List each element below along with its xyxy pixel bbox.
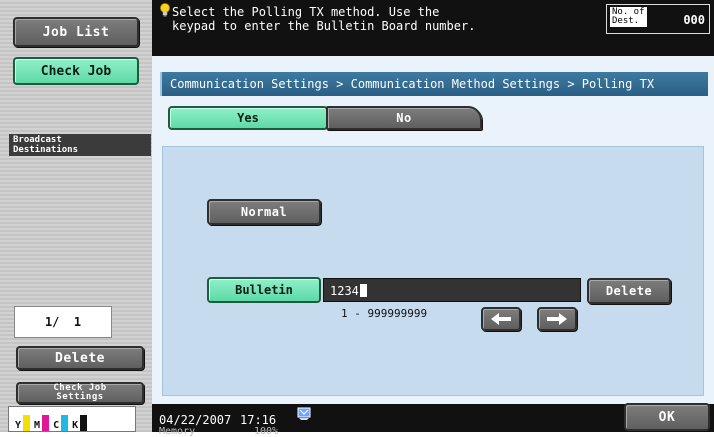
cursor-right-button[interactable] bbox=[537, 307, 577, 331]
page-indicator: 1/ 1 bbox=[14, 306, 112, 338]
check-job-label: Check Job bbox=[40, 63, 112, 79]
arrow-right-icon bbox=[547, 313, 567, 325]
toner-black: K bbox=[72, 415, 88, 431]
normal-button[interactable]: Normal bbox=[207, 199, 321, 225]
bulletin-number-value: 1234 bbox=[330, 284, 359, 298]
breadcrumb: Communication Settings > Communication M… bbox=[160, 72, 708, 96]
toner-cyan: C bbox=[53, 415, 69, 431]
toner-yellow: Y bbox=[15, 415, 31, 431]
instruction-line2: keypad to enter the Bulletin Board numbe… bbox=[172, 19, 476, 33]
toner-levels: Y M C K bbox=[8, 406, 136, 432]
broadcast-label-line1: Broadcast bbox=[13, 135, 62, 145]
page-indicator-text: 1/ 1 bbox=[44, 315, 82, 329]
job-list-label: Job List bbox=[42, 24, 110, 40]
toner-magenta-bar bbox=[42, 415, 50, 431]
left-delete-button[interactable]: Delete bbox=[16, 346, 144, 370]
status-bar: 04/22/2007 17:16 Memory 100% OK bbox=[152, 403, 714, 437]
bulletin-label: Bulletin bbox=[235, 283, 293, 297]
yes-button[interactable]: Yes bbox=[168, 106, 328, 130]
network-icon bbox=[297, 407, 311, 420]
yes-label: Yes bbox=[237, 111, 259, 125]
dest-label-line2: Dest. bbox=[612, 16, 640, 26]
status-date: 04/22/2007 bbox=[159, 413, 232, 427]
job-list-button[interactable]: Job List bbox=[13, 17, 139, 47]
toner-magenta-label: M bbox=[34, 420, 41, 431]
broadcast-label-line2: Destinations bbox=[13, 145, 79, 155]
toner-black-bar bbox=[80, 415, 88, 431]
destination-count: 000 bbox=[683, 13, 705, 27]
toner-yellow-label: Y bbox=[15, 420, 22, 431]
bulletin-range: 1 - 999999999 bbox=[341, 307, 428, 320]
left-delete-label: Delete bbox=[55, 350, 105, 366]
left-panel: Job List Check Job Broadcast Destination… bbox=[0, 0, 152, 432]
status-time: 17:16 bbox=[240, 413, 277, 427]
toner-magenta: M bbox=[34, 415, 50, 431]
no-label: No bbox=[396, 111, 412, 125]
message-bar: Select the Polling TX method. Use the ke… bbox=[152, 0, 714, 56]
check-job-settings-line2: Settings bbox=[56, 392, 104, 402]
bulletin-button[interactable]: Bulletin bbox=[207, 277, 321, 303]
bulletin-number-input[interactable]: 1234 bbox=[323, 278, 581, 302]
delete-button[interactable]: Delete bbox=[587, 278, 671, 304]
destination-count-label: No. of Dest. bbox=[610, 7, 647, 27]
ok-button[interactable]: OK bbox=[624, 403, 710, 431]
cursor-left-button[interactable] bbox=[481, 307, 521, 331]
destination-count-box: No. of Dest. 000 bbox=[606, 4, 710, 34]
instruction-line1: Select the Polling TX method. Use the bbox=[172, 5, 440, 19]
check-job-button[interactable]: Check Job bbox=[13, 57, 139, 85]
lightbulb-icon bbox=[160, 3, 170, 17]
delete-label: Delete bbox=[605, 284, 653, 298]
no-button[interactable]: No bbox=[326, 106, 482, 130]
main-panel: Communication Settings > Communication M… bbox=[152, 56, 714, 404]
broadcast-destinations-label: Broadcast Destinations bbox=[9, 134, 151, 156]
toner-yellow-bar bbox=[23, 415, 31, 431]
polling-options-panel: Normal Bulletin 1234 Delete 1 - 99999999… bbox=[162, 146, 704, 396]
instruction-message: Select the Polling TX method. Use the ke… bbox=[172, 5, 592, 33]
toner-cyan-label: C bbox=[53, 420, 60, 431]
arrow-left-icon bbox=[491, 313, 511, 325]
toner-black-label: K bbox=[72, 420, 79, 431]
toner-cyan-bar bbox=[61, 415, 69, 431]
text-cursor bbox=[359, 284, 367, 297]
ok-label: OK bbox=[658, 409, 676, 425]
normal-label: Normal bbox=[240, 205, 288, 219]
check-job-settings-button[interactable]: Check Job Settings bbox=[16, 382, 144, 404]
